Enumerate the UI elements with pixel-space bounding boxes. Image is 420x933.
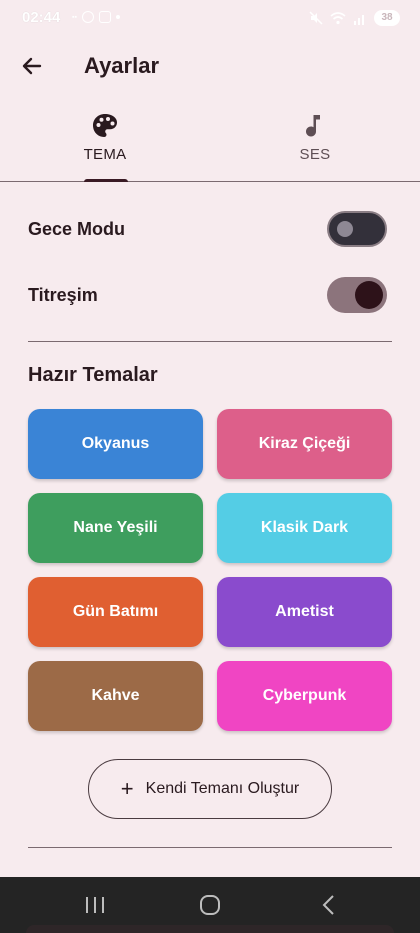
- theme-button[interactable]: Gün Batımı: [28, 577, 203, 647]
- create-theme-label: Kendi Temanı Oluştur: [145, 780, 300, 797]
- recent-apps-icon: [86, 897, 104, 913]
- bottom-sheet-edge: [26, 925, 394, 933]
- clipboard-icon: [98, 11, 111, 23]
- theme-button-label: Ametist: [275, 603, 334, 620]
- tab-theme[interactable]: TEMA: [0, 104, 210, 182]
- theme-button-label: Kiraz Çiçeği: [258, 435, 351, 452]
- music-note-icon: [306, 115, 320, 137]
- theme-button[interactable]: Okyanus: [28, 409, 203, 479]
- theme-button-label: Klasik Dark: [260, 519, 349, 536]
- network-speed-icon: ▪▪: [72, 13, 77, 21]
- whatsapp-icon: [81, 11, 94, 23]
- divider: [28, 847, 392, 848]
- night-mode-row: Gece Modu: [28, 210, 392, 250]
- notification-dot-icon: [115, 15, 120, 19]
- create-theme-button[interactable]: + Kendi Temanı Oluştur: [88, 759, 332, 819]
- back-button[interactable]: [14, 48, 50, 84]
- tab-bar: TEMA SES: [0, 104, 420, 182]
- system-nav-bar: [0, 877, 420, 933]
- app-bar: Ayarlar: [0, 36, 420, 94]
- theme-button[interactable]: Cyberpunk: [217, 661, 392, 731]
- status-time: 02:44: [22, 9, 61, 26]
- vibration-toggle[interactable]: [327, 277, 387, 313]
- toggle-knob: [355, 281, 383, 309]
- palette-icon: [93, 114, 117, 137]
- theme-button[interactable]: Nane Yeşili: [28, 493, 203, 563]
- theme-button[interactable]: Klasik Dark: [217, 493, 392, 563]
- home-icon: [200, 895, 220, 915]
- tab-sound[interactable]: SES: [210, 104, 420, 181]
- theme-button-label: Kahve: [91, 687, 140, 704]
- arrow-left-icon: [22, 57, 42, 75]
- plus-icon: +: [120, 776, 134, 801]
- status-bar: 02:44 ▪▪ 38: [0, 0, 420, 36]
- vibration-row: Titreşim: [28, 276, 392, 316]
- night-mode-toggle[interactable]: [327, 211, 387, 247]
- theme-button-label: Okyanus: [81, 435, 150, 452]
- chevron-left-icon: [322, 895, 334, 915]
- theme-button-label: Cyberpunk: [262, 687, 347, 704]
- nav-back-button[interactable]: [314, 891, 344, 919]
- home-button[interactable]: [195, 891, 225, 919]
- divider: [28, 341, 392, 342]
- theme-button[interactable]: Kahve: [28, 661, 203, 731]
- tab-selected-indicator: [84, 179, 128, 182]
- tab-theme-label: TEMA: [83, 146, 127, 163]
- night-mode-label: Gece Modu: [28, 219, 126, 239]
- theme-button[interactable]: Kiraz Çiçeği: [217, 409, 392, 479]
- mute-icon: [309, 11, 323, 25]
- signal-icon: [354, 14, 364, 25]
- toggle-knob: [337, 221, 353, 237]
- system-status-icons: 38: [309, 10, 400, 26]
- wifi-icon: [330, 11, 346, 24]
- section-title-themes: Hazır Temalar: [28, 364, 158, 386]
- notification-icons: ▪▪: [72, 11, 120, 23]
- vibration-label: Titreşim: [28, 285, 98, 305]
- tab-sound-label: SES: [299, 146, 331, 163]
- theme-button-label: Gün Batımı: [72, 603, 159, 620]
- theme-button-label: Nane Yeşili: [73, 519, 158, 536]
- battery-indicator: 38: [374, 10, 400, 26]
- recent-apps-button[interactable]: [80, 891, 110, 919]
- page-title: Ayarlar: [84, 53, 160, 78]
- theme-button[interactable]: Ametist: [217, 577, 392, 647]
